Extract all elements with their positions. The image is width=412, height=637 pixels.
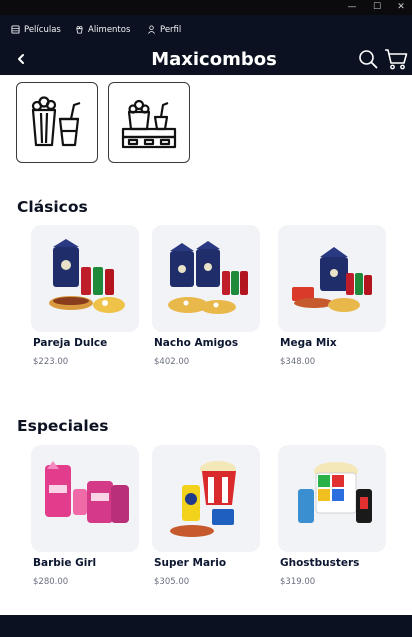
- tab-label: Películas: [24, 24, 61, 35]
- product-image: [31, 225, 139, 332]
- product-price: $319.00: [280, 577, 316, 587]
- product-image: [152, 445, 260, 552]
- tab-label: Perfil: [160, 24, 182, 35]
- tab-label: Alimentos: [88, 24, 131, 35]
- bottom-bar: [0, 615, 412, 637]
- tab-alimentos[interactable]: Alimentos: [75, 15, 130, 44]
- popcorn-drink-icon: [31, 96, 81, 147]
- search-button[interactable]: [358, 49, 378, 69]
- product-name: Ghostbusters: [280, 557, 360, 569]
- product-image: [278, 225, 386, 332]
- combo-tray-icon: [121, 99, 177, 149]
- product-image: [31, 445, 139, 552]
- product-image: [152, 225, 260, 332]
- product-price: $402.00: [154, 357, 190, 367]
- product-name: Mega Mix: [280, 337, 337, 349]
- film-icon: [11, 25, 20, 34]
- product-image: [278, 445, 386, 552]
- section-title-clasicos: Clásicos: [17, 198, 88, 216]
- product-name: Nacho Amigos: [154, 337, 239, 349]
- product-name: Super Mario: [154, 557, 227, 569]
- tab-perfil[interactable]: Perfil: [147, 15, 181, 44]
- window-titlebar: — ☐ ✕: [0, 0, 412, 15]
- product-price: $223.00: [33, 357, 69, 367]
- top-navigation: Películas Alimentos Perfil: [0, 15, 412, 57]
- page-header: Maxicombos: [0, 44, 412, 75]
- close-button[interactable]: ✕: [389, 0, 412, 15]
- maximize-button[interactable]: ☐: [365, 0, 389, 15]
- main-content: Clásicos Pareja Dulce $223.00 Nacho Amig…: [0, 75, 412, 615]
- tab-peliculas[interactable]: Películas: [11, 15, 61, 44]
- product-name: Pareja Dulce: [33, 337, 108, 349]
- cart-button[interactable]: [384, 48, 408, 70]
- page-title: Maxicombos: [151, 49, 277, 70]
- search-icon: [359, 50, 378, 69]
- cart-icon: [385, 49, 408, 70]
- minimize-button[interactable]: —: [340, 0, 364, 15]
- product-name: Barbie Girl: [33, 557, 97, 569]
- product-price: $280.00: [33, 577, 69, 587]
- category-popcorn-card[interactable]: [16, 82, 98, 163]
- category-combo-card[interactable]: [108, 82, 190, 163]
- section-title-especiales: Especiales: [17, 417, 109, 435]
- product-price: $305.00: [154, 577, 190, 587]
- food-icon: [76, 26, 83, 34]
- product-price: $348.00: [280, 357, 316, 367]
- person-icon: [148, 25, 155, 34]
